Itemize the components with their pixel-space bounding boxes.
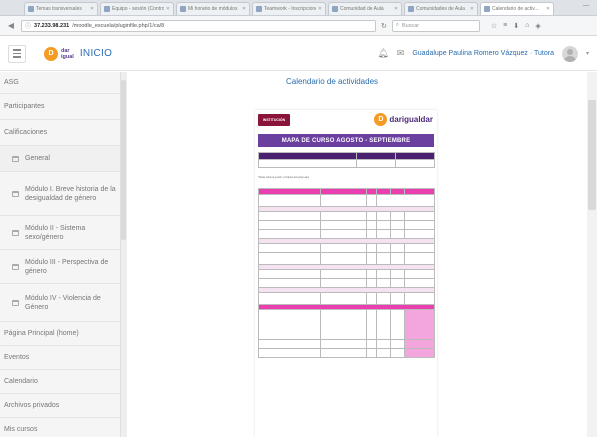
close-tab-icon[interactable]: ✕ (166, 6, 170, 12)
sidebar-item-events[interactable]: Eventos (0, 346, 120, 370)
browser-tab[interactable]: Teamwork - Inscripciones ✕ (252, 2, 326, 15)
folder-icon (12, 190, 19, 197)
sidebar-item-calendar[interactable]: Calendario (0, 370, 120, 394)
search-icon: ⌕ (395, 22, 399, 28)
shield-icon[interactable]: ◈ (535, 22, 540, 30)
home-icon[interactable]: ⌂ (525, 22, 529, 30)
close-tab-icon[interactable]: ✕ (242, 6, 246, 12)
favicon-icon (104, 6, 110, 12)
browser-tab[interactable]: Comunidad de Aula ✕ (328, 2, 402, 15)
document-note: *Notas sobre la sesión y horarios del gr… (258, 176, 310, 179)
folder-icon (12, 263, 19, 270)
page-title: Calendario de actividades (285, 77, 379, 86)
sidebar-item-course[interactable]: ASG (0, 72, 120, 94)
notification-bell-icon[interactable]: 🔔︎ (377, 48, 388, 59)
home-link[interactable]: INICIO (80, 48, 112, 59)
messages-icon[interactable]: ✉ (397, 48, 405, 59)
folder-icon (12, 229, 19, 236)
sidebar-item-grades[interactable]: Calificaciones (0, 120, 120, 146)
sidebar-item-module-3[interactable]: Módulo III - Perspectiva de género (0, 250, 120, 284)
download-icon[interactable]: ⬇ (513, 22, 519, 30)
close-tab-icon[interactable]: ✕ (90, 6, 94, 12)
browser-tab-active[interactable]: Calendario de activ... ✕ (480, 2, 554, 15)
browser-search-input[interactable]: ⌕ Buscar (391, 19, 480, 32)
sidebar-item-private-files[interactable]: Archivos privados (0, 394, 120, 418)
back-arrow-icon[interactable]: ◀ (6, 21, 16, 31)
browser-toolbar: ◀ ⓘ 37.233.98.231 /moodle_escuela/plugin… (0, 16, 597, 36)
favicon-icon (180, 6, 186, 12)
calendar-document: INSTITUCIÓN D darigualdar MAPA DE CURSO … (255, 110, 437, 437)
info-icon: ⓘ (25, 24, 32, 30)
browser-tab-bar: Temas transversales ✕ Equipo - sesión (Co… (0, 0, 597, 16)
sidebar-item-my-courses[interactable]: Mis cursos (0, 418, 120, 437)
brand-logo: D darigualdar (374, 113, 433, 126)
close-tab-icon[interactable]: ✕ (470, 6, 474, 12)
site-header: D dar igual INICIO 🔔︎ ✉ Guadalupe Paulin… (0, 37, 597, 71)
close-tab-icon[interactable]: ✕ (394, 6, 398, 12)
favicon-icon (256, 6, 262, 12)
browser-tab[interactable]: Temas transversales ✕ (24, 2, 98, 15)
reload-icon[interactable]: ↻ (381, 22, 387, 30)
summary-table (258, 152, 435, 168)
reading-list-icon[interactable]: ≡ (503, 22, 507, 30)
sidebar-item-module-2[interactable]: Módulo II - Sistema sexo/género (0, 216, 120, 250)
folder-icon (12, 155, 19, 162)
avatar[interactable] (561, 45, 578, 62)
browser-tab[interactable]: Mi horario de módulos ✕ (176, 2, 250, 15)
sidebar-item-home[interactable]: Página Principal (home) (0, 322, 120, 346)
sidebar-item-general[interactable]: General (0, 146, 120, 172)
close-tab-icon[interactable]: ✕ (318, 6, 322, 12)
sidebar-item-module-1[interactable]: Módulo I. Breve historia de la desiguald… (0, 172, 120, 216)
favicon-icon (484, 6, 490, 12)
sidebar-scrollbar-thumb[interactable] (121, 80, 126, 240)
main-scrollbar-thumb[interactable] (588, 100, 596, 210)
institution-logo: INSTITUCIÓN (258, 114, 290, 126)
toolbar-icons: ☆ ≡ ⬇ ⌂ ◈ (491, 22, 541, 30)
favicon-icon (408, 6, 414, 12)
folder-icon (12, 299, 19, 306)
chevron-down-icon[interactable]: ▾ (586, 50, 589, 57)
sidebar: ASG Participantes Calificaciones General… (0, 72, 121, 437)
favicon-icon (332, 6, 338, 12)
sidebar-item-module-4[interactable]: Módulo IV - Violencia de Género (0, 284, 120, 322)
window-minimize-icon[interactable]: — (583, 3, 589, 9)
user-name[interactable]: Guadalupe Paulina Romero Vázquez · Tutor… (412, 50, 554, 57)
sidebar-item-participants[interactable]: Participantes (0, 94, 120, 120)
hamburger-menu-icon[interactable] (8, 44, 26, 63)
main-content: Calendario de actividades INSTITUCIÓN D … (127, 72, 597, 437)
bookmark-star-icon[interactable]: ☆ (491, 22, 497, 30)
document-banner: MAPA DE CURSO AGOSTO - SEPTIEMBRE (258, 134, 434, 147)
favicon-icon (28, 6, 34, 12)
activities-table (258, 188, 435, 358)
url-bar[interactable]: ⓘ 37.233.98.231 /moodle_escuela/pluginfi… (21, 19, 376, 32)
browser-tab[interactable]: Equipo - sesión (Control) ✕ (100, 2, 174, 15)
close-tab-icon[interactable]: ✕ (546, 6, 550, 12)
site-logo[interactable]: D dar igual (44, 46, 74, 61)
browser-tab[interactable]: Comunidades de Aula ✕ (404, 2, 478, 15)
